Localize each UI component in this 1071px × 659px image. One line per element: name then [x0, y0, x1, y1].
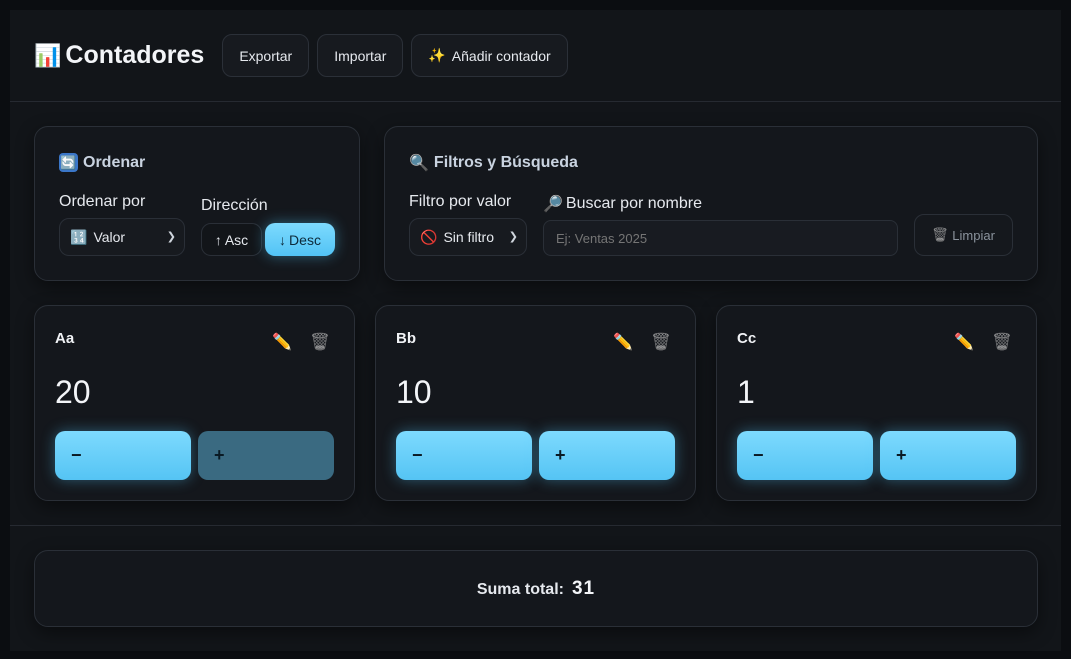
order-by-value: Valor	[93, 229, 126, 245]
sparkles-icon: ✨	[428, 47, 446, 63]
value-filter-value: Sin filtro	[443, 229, 495, 245]
counter-name: Aa	[55, 330, 75, 347]
clear-button[interactable]: 🗑️ Limpiar	[914, 214, 1013, 256]
add-counter-button[interactable]: ✨ Añadir contador	[411, 34, 568, 77]
trash-icon[interactable]: 🗑️	[992, 332, 1012, 352]
clear-label: Limpiar	[952, 227, 995, 243]
counter-card: Bb ✏️ 🗑️ 10 − +	[375, 305, 696, 501]
order-by-select[interactable]: 🔢 Valor ❯	[59, 218, 185, 256]
counter-actions: ✏️ 🗑️	[272, 332, 330, 352]
trash-icon[interactable]: 🗑️	[651, 332, 671, 352]
counter-actions: ✏️ 🗑️	[613, 332, 671, 352]
footer-divider	[10, 525, 1061, 526]
import-button[interactable]: Importar	[317, 34, 404, 77]
increment-button[interactable]: +	[880, 431, 1016, 480]
app-window: 📊 Contadores Exportar Importar ✨ Añadir …	[10, 10, 1061, 651]
page-title-text: Contadores	[65, 41, 205, 69]
counter-card: Aa ✏️ 🗑️ 20 − +	[34, 305, 355, 501]
trash-icon[interactable]: 🗑️	[310, 332, 330, 352]
sort-asc-label: Asc	[224, 231, 249, 248]
arrow-up-icon: ↑	[214, 231, 222, 248]
arrows-cycle-icon: 🔄	[59, 153, 78, 172]
total-value: 31	[571, 578, 596, 599]
search-label-text: Buscar por nombre	[565, 195, 702, 212]
search-input[interactable]	[543, 220, 898, 256]
counter-value: 1	[737, 374, 755, 410]
increment-button[interactable]: +	[539, 431, 675, 480]
numbers-icon: 🔢	[70, 228, 88, 245]
sort-asc-button[interactable]: ↑ Asc	[201, 223, 262, 256]
counter-value: 10	[396, 374, 432, 410]
filter-title-text: Filtros y Búsqueda	[433, 154, 578, 171]
plus-icon: +	[555, 445, 566, 465]
bar-chart-icon: 📊	[34, 42, 62, 68]
sort-title-text: Ordenar	[83, 153, 146, 171]
counter-value: 20	[55, 374, 91, 410]
decrement-button[interactable]: −	[396, 431, 532, 480]
minus-icon: −	[412, 445, 423, 465]
value-filter-label: Filtro por valor	[409, 193, 512, 210]
chevron-down-icon: ❯	[166, 231, 176, 243]
no-entry-icon: 🚫	[420, 228, 438, 245]
minus-icon: −	[753, 445, 764, 465]
plus-icon: +	[214, 445, 225, 465]
sort-panel: 🔄 Ordenar Ordenar por 🔢 Valor ❯ Direcció…	[34, 126, 360, 281]
total-panel: Suma total: 31	[34, 550, 1038, 627]
import-button-label: Importar	[334, 47, 387, 64]
magnifier-icon: 🔍	[409, 155, 429, 172]
increment-button[interactable]: +	[198, 431, 334, 480]
search-label: 🔎 Buscar por nombre	[543, 194, 702, 214]
order-by-label: Ordenar por	[59, 193, 146, 210]
arrow-down-icon: ↓	[279, 231, 287, 248]
filter-panel-title: 🔍 Filtros y Búsqueda	[409, 153, 578, 173]
pencil-icon[interactable]: ✏️	[613, 332, 633, 352]
export-button[interactable]: Exportar	[222, 34, 310, 77]
magnifier-right-icon: 🔎	[543, 196, 563, 213]
direction-label: Dirección	[201, 197, 268, 214]
pencil-icon[interactable]: ✏️	[954, 332, 974, 352]
page-title: 📊 Contadores	[34, 41, 204, 70]
decrement-button[interactable]: −	[737, 431, 873, 480]
chevron-down-icon: ❯	[508, 231, 518, 243]
total-row: Suma total: 31	[35, 578, 1037, 600]
counter-card: Cc ✏️ 🗑️ 1 − +	[716, 305, 1037, 501]
filter-panel: 🔍 Filtros y Búsqueda Filtro por valor 🚫 …	[384, 126, 1038, 281]
trash-icon: 🗑️	[932, 227, 949, 242]
add-counter-label: Añadir contador	[451, 47, 551, 64]
export-button-label: Exportar	[239, 47, 293, 64]
counter-actions: ✏️ 🗑️	[954, 332, 1012, 352]
header: 📊 Contadores Exportar Importar ✨ Añadir …	[34, 34, 568, 77]
decrement-button[interactable]: −	[55, 431, 191, 480]
plus-icon: +	[896, 445, 907, 465]
counter-name: Cc	[737, 330, 757, 347]
sort-desc-button[interactable]: ↓ Desc	[265, 223, 335, 256]
minus-icon: −	[71, 445, 82, 465]
pencil-icon[interactable]: ✏️	[272, 332, 292, 352]
sort-desc-label: Desc	[289, 231, 321, 248]
total-label: Suma total:	[476, 581, 564, 598]
sort-panel-title: 🔄 Ordenar	[59, 153, 145, 172]
counter-name: Bb	[396, 330, 416, 347]
value-filter-select[interactable]: 🚫 Sin filtro ❯	[409, 218, 527, 256]
header-divider	[10, 101, 1061, 102]
